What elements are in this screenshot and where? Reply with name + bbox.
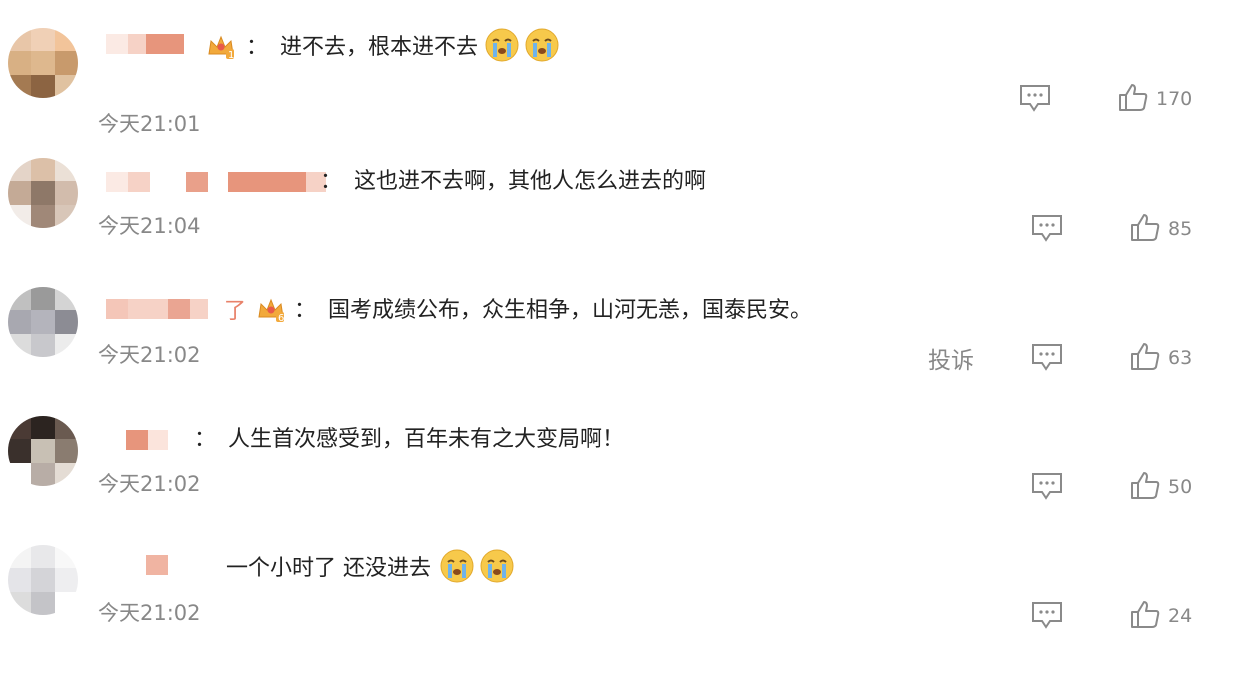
thumbs-up-icon[interactable] (1130, 212, 1160, 242)
avatar[interactable] (8, 545, 78, 615)
comment-text: ： 这也进不去啊，其他人怎么进去的啊 (320, 169, 707, 194)
username[interactable]: 了 (106, 295, 246, 324)
like-count: 50 (1168, 476, 1193, 498)
crown-level: 1 (228, 50, 235, 61)
like-count: 24 (1168, 605, 1193, 627)
comment-text: ： 人生首次感受到，百年未有之大变局啊！ (194, 427, 625, 452)
comment-icon[interactable] (1031, 601, 1063, 629)
timestamp: 今天21:04 (98, 214, 201, 238)
comment-icon[interactable] (1019, 84, 1051, 112)
avatar[interactable] (8, 158, 78, 228)
comment-item: 了 6 ： 国考成绩公布，众生相争，山河无恙，国泰民安。 今天21:02 投诉 … (0, 287, 1234, 416)
comment-text: ： 进不去，根本进不去 (246, 28, 560, 62)
comment-item: 1 ： 进不去，根本进不去 今天21:01 170 (0, 28, 1234, 157)
crying-face-icon (440, 549, 474, 583)
comment-icon[interactable] (1031, 472, 1063, 500)
like-count: 170 (1156, 88, 1193, 110)
crown-level: 6 (278, 313, 285, 324)
username[interactable] (146, 551, 168, 579)
comment-text: 一个小时了 还没进去 (226, 549, 515, 583)
username[interactable] (106, 168, 326, 196)
comment-icon[interactable] (1031, 343, 1063, 371)
comment-text: ： 国考成绩公布，众生相争，山河无恙，国泰民安。 (294, 298, 813, 323)
thumbs-up-icon[interactable] (1130, 470, 1160, 500)
comment-item: ： 人生首次感受到，百年未有之大变局啊！ 今天21:02 50 (0, 416, 1234, 545)
avatar[interactable] (8, 416, 78, 486)
avatar[interactable] (8, 287, 78, 357)
thumbs-up-icon[interactable] (1118, 82, 1148, 112)
crying-face-icon (480, 549, 514, 583)
timestamp: 今天21:02 (98, 601, 201, 625)
timestamp: 今天21:01 (98, 112, 201, 136)
username[interactable] (126, 426, 168, 454)
comment-item: 一个小时了 还没进去 今天21:02 24 (0, 545, 1234, 674)
like-count: 85 (1168, 218, 1193, 240)
thumbs-up-icon[interactable] (1130, 599, 1160, 629)
timestamp: 今天21:02 (98, 343, 201, 367)
username[interactable] (106, 30, 184, 58)
like-count: 63 (1168, 347, 1193, 369)
comment-icon[interactable] (1031, 214, 1063, 242)
report-link[interactable]: 投诉 (928, 341, 974, 375)
comment-item: ： 这也进不去啊，其他人怎么进去的啊 今天21:04 85 (0, 158, 1234, 287)
crying-face-icon (525, 28, 559, 62)
timestamp: 今天21:02 (98, 472, 201, 496)
thumbs-up-icon[interactable] (1130, 341, 1160, 371)
crying-face-icon (485, 28, 519, 62)
avatar[interactable] (8, 28, 78, 98)
